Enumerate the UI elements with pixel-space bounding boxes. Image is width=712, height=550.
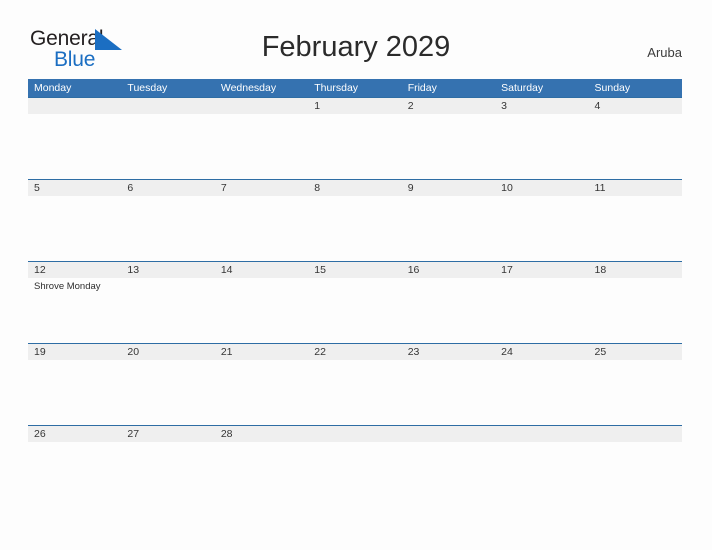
day-number[interactable] xyxy=(215,98,308,114)
day-cell[interactable] xyxy=(308,360,401,425)
day-cell[interactable] xyxy=(589,278,682,343)
day-number[interactable]: 21 xyxy=(215,344,308,360)
day-number[interactable]: 26 xyxy=(28,426,121,442)
day-number[interactable]: 12 xyxy=(28,262,121,278)
day-number[interactable]: 25 xyxy=(589,344,682,360)
day-cell[interactable] xyxy=(402,442,495,507)
day-number[interactable]: 14 xyxy=(215,262,308,278)
event-label: Shrove Monday xyxy=(34,281,101,292)
day-number[interactable]: 8 xyxy=(308,180,401,196)
week-row: 12 13 14 15 16 17 18 Shrove Monday xyxy=(28,261,682,343)
weekday-header-sunday: Sunday xyxy=(594,82,631,94)
week-date-strip: 1 2 3 4 xyxy=(28,98,682,114)
day-cell[interactable] xyxy=(28,114,121,179)
day-cell[interactable] xyxy=(215,442,308,507)
day-number[interactable]: 5 xyxy=(28,180,121,196)
page-header: General Blue February 2029 Aruba xyxy=(0,0,712,79)
day-cell[interactable]: Shrove Monday xyxy=(28,278,121,343)
day-number[interactable] xyxy=(402,426,495,442)
day-cell[interactable] xyxy=(308,114,401,179)
weekday-header-row: Monday Tuesday Wednesday Thursday Friday… xyxy=(28,79,682,97)
day-number[interactable]: 9 xyxy=(402,180,495,196)
day-cell[interactable] xyxy=(28,360,121,425)
day-cell[interactable] xyxy=(495,196,588,261)
day-number[interactable]: 22 xyxy=(308,344,401,360)
day-number[interactable]: 10 xyxy=(495,180,588,196)
day-cell[interactable] xyxy=(402,196,495,261)
week-row: 19 20 21 22 23 24 25 xyxy=(28,343,682,425)
day-number[interactable]: 7 xyxy=(215,180,308,196)
page-title: February 2029 xyxy=(261,31,451,63)
day-cell[interactable] xyxy=(495,278,588,343)
weekday-header-thursday: Thursday xyxy=(314,82,359,94)
day-number[interactable] xyxy=(308,426,401,442)
day-cell[interactable] xyxy=(589,114,682,179)
day-number[interactable]: 20 xyxy=(121,344,214,360)
day-cell[interactable] xyxy=(308,442,401,507)
day-cell[interactable] xyxy=(308,278,401,343)
weekday-header-wednesday: Wednesday xyxy=(220,82,277,94)
day-cell[interactable] xyxy=(28,442,121,507)
day-cell[interactable] xyxy=(121,278,214,343)
day-number[interactable]: 23 xyxy=(402,344,495,360)
day-cell[interactable] xyxy=(121,442,214,507)
locale-label: Aruba xyxy=(647,45,682,60)
day-cell[interactable] xyxy=(121,360,214,425)
day-number[interactable] xyxy=(28,98,121,114)
weekday-header-tuesday: Tuesday xyxy=(127,82,168,94)
day-number[interactable]: 16 xyxy=(402,262,495,278)
day-number[interactable] xyxy=(121,98,214,114)
week-row: 5 6 7 8 9 10 11 xyxy=(28,179,682,261)
day-cell[interactable] xyxy=(495,360,588,425)
day-cell[interactable] xyxy=(589,442,682,507)
weekday-header-friday: Friday xyxy=(407,82,437,94)
day-number[interactable]: 15 xyxy=(308,262,401,278)
day-number[interactable]: 3 xyxy=(495,98,588,114)
day-cell[interactable] xyxy=(121,114,214,179)
day-number[interactable]: 17 xyxy=(495,262,588,278)
day-number[interactable]: 1 xyxy=(308,98,401,114)
day-number[interactable]: 27 xyxy=(121,426,214,442)
day-cell[interactable] xyxy=(215,196,308,261)
day-cell[interactable] xyxy=(28,196,121,261)
week-date-strip: 19 20 21 22 23 24 25 xyxy=(28,344,682,360)
week-event-strip: Shrove Monday xyxy=(28,278,682,343)
day-cell[interactable] xyxy=(215,278,308,343)
weekday-header-saturday: Saturday xyxy=(501,82,544,94)
week-row: 26 27 28 xyxy=(28,425,682,507)
day-cell[interactable] xyxy=(215,114,308,179)
day-cell[interactable] xyxy=(215,360,308,425)
week-date-strip: 26 27 28 xyxy=(28,426,682,442)
day-number[interactable]: 13 xyxy=(121,262,214,278)
week-date-strip: 12 13 14 15 16 17 18 xyxy=(28,262,682,278)
day-number[interactable]: 24 xyxy=(495,344,588,360)
day-cell[interactable] xyxy=(589,196,682,261)
day-number[interactable]: 19 xyxy=(28,344,121,360)
week-event-strip xyxy=(28,114,682,179)
day-cell[interactable] xyxy=(308,196,401,261)
day-number[interactable]: 28 xyxy=(215,426,308,442)
day-number[interactable] xyxy=(589,426,682,442)
day-number[interactable]: 11 xyxy=(589,180,682,196)
calendar-grid: Monday Tuesday Wednesday Thursday Friday… xyxy=(28,79,682,507)
day-number[interactable] xyxy=(495,426,588,442)
day-cell[interactable] xyxy=(495,442,588,507)
day-cell[interactable] xyxy=(402,360,495,425)
day-cell[interactable] xyxy=(495,114,588,179)
day-cell[interactable] xyxy=(589,360,682,425)
week-event-strip xyxy=(28,196,682,261)
day-cell[interactable] xyxy=(402,114,495,179)
week-date-strip: 5 6 7 8 9 10 11 xyxy=(28,180,682,196)
day-cell[interactable] xyxy=(121,196,214,261)
day-cell[interactable] xyxy=(402,278,495,343)
weekday-header-monday: Monday xyxy=(34,82,72,94)
day-number[interactable]: 6 xyxy=(121,180,214,196)
week-event-strip xyxy=(28,442,682,507)
day-number[interactable]: 2 xyxy=(402,98,495,114)
week-row: 1 2 3 4 xyxy=(28,97,682,179)
week-event-strip xyxy=(28,360,682,425)
day-number[interactable]: 4 xyxy=(589,98,682,114)
day-number[interactable]: 18 xyxy=(589,262,682,278)
